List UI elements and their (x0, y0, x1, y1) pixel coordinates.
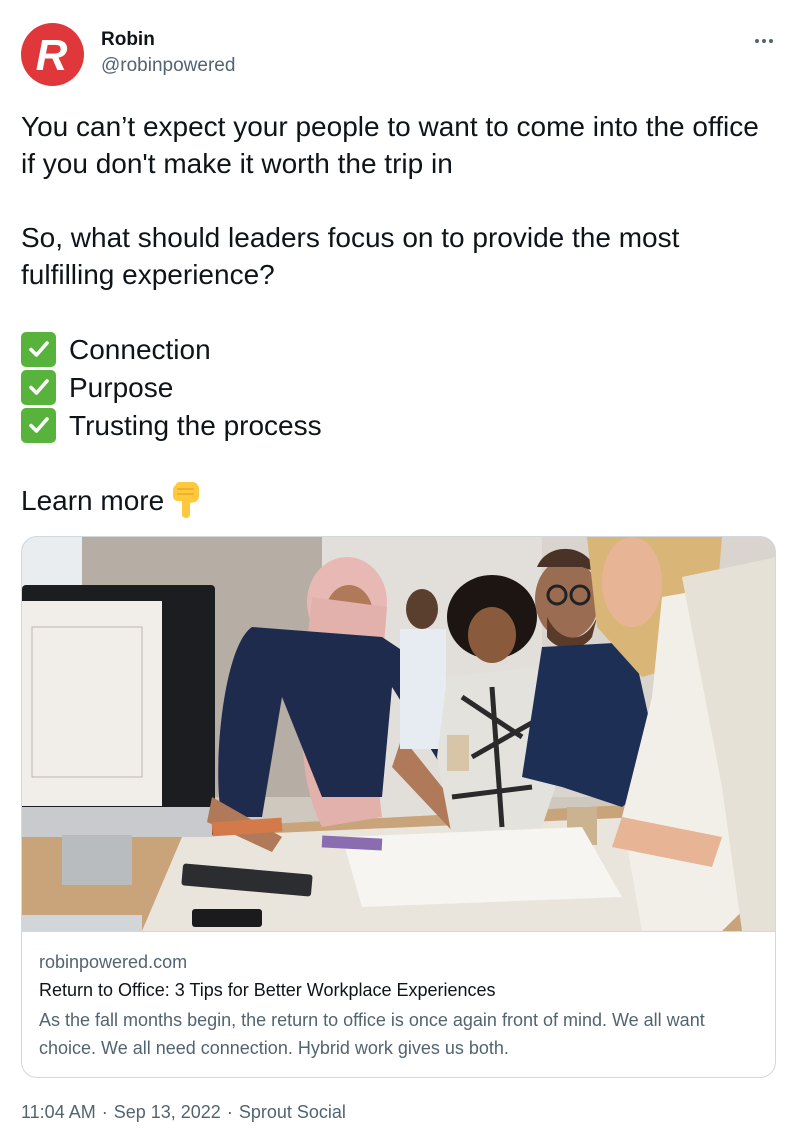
checklist-item: Purpose (21, 368, 771, 406)
timestamp-date[interactable]: Sep 13, 2022 (114, 1101, 221, 1123)
card-title: Return to Office: 3 Tips for Better Work… (39, 980, 496, 1000)
tweet: R Robin @robinpowered You can’t expect y… (0, 0, 793, 1145)
checklist-item-label: Trusting the process (69, 409, 322, 441)
checklist-item: Connection (21, 330, 771, 368)
meta-separator: · (101, 1102, 108, 1122)
card-domain: robinpowered.com (39, 952, 188, 972)
check-mark-button-icon (21, 331, 56, 367)
display-name[interactable]: Robin (101, 29, 155, 51)
check-mark-button-icon (21, 407, 56, 443)
avatar[interactable]: R (21, 23, 84, 86)
tweet-question: So, what should leaders focus on to prov… (21, 222, 680, 290)
more-horizontal-icon (755, 39, 773, 43)
checklist-item: Trusting the process (21, 406, 771, 444)
checklist-item-label: Purpose (69, 371, 174, 403)
meta-separator: · (226, 1102, 233, 1122)
link-card[interactable]: robinpowered.com Return to Office: 3 Tip… (21, 536, 776, 1078)
tweet-intro: You can’t expect your people to want to … (21, 111, 759, 179)
card-image[interactable] (22, 537, 775, 931)
more-options-button[interactable] (749, 26, 779, 56)
checklist-item-label: Connection (69, 333, 211, 365)
learn-more-line: Learn more (21, 481, 771, 519)
avatar-logo-letter: R (35, 30, 68, 80)
card-description: As the fall months begin, the return to … (39, 1010, 705, 1058)
tweet-text: You can’t expect your people to want to … (21, 108, 771, 519)
timestamp-time[interactable]: 11:04 AM (21, 1101, 96, 1123)
user-handle[interactable]: @robinpowered (101, 55, 235, 77)
tweet-meta: 11:04 AM · Sep 13, 2022 · Sprout Social (21, 1101, 346, 1123)
source-label[interactable]: Sprout Social (239, 1101, 346, 1123)
card-info[interactable]: robinpowered.com Return to Office: 3 Tip… (22, 931, 775, 1077)
check-mark-button-icon (21, 369, 56, 405)
backhand-index-pointing-down-icon (173, 482, 200, 518)
learn-more-text: Learn more (21, 484, 165, 516)
